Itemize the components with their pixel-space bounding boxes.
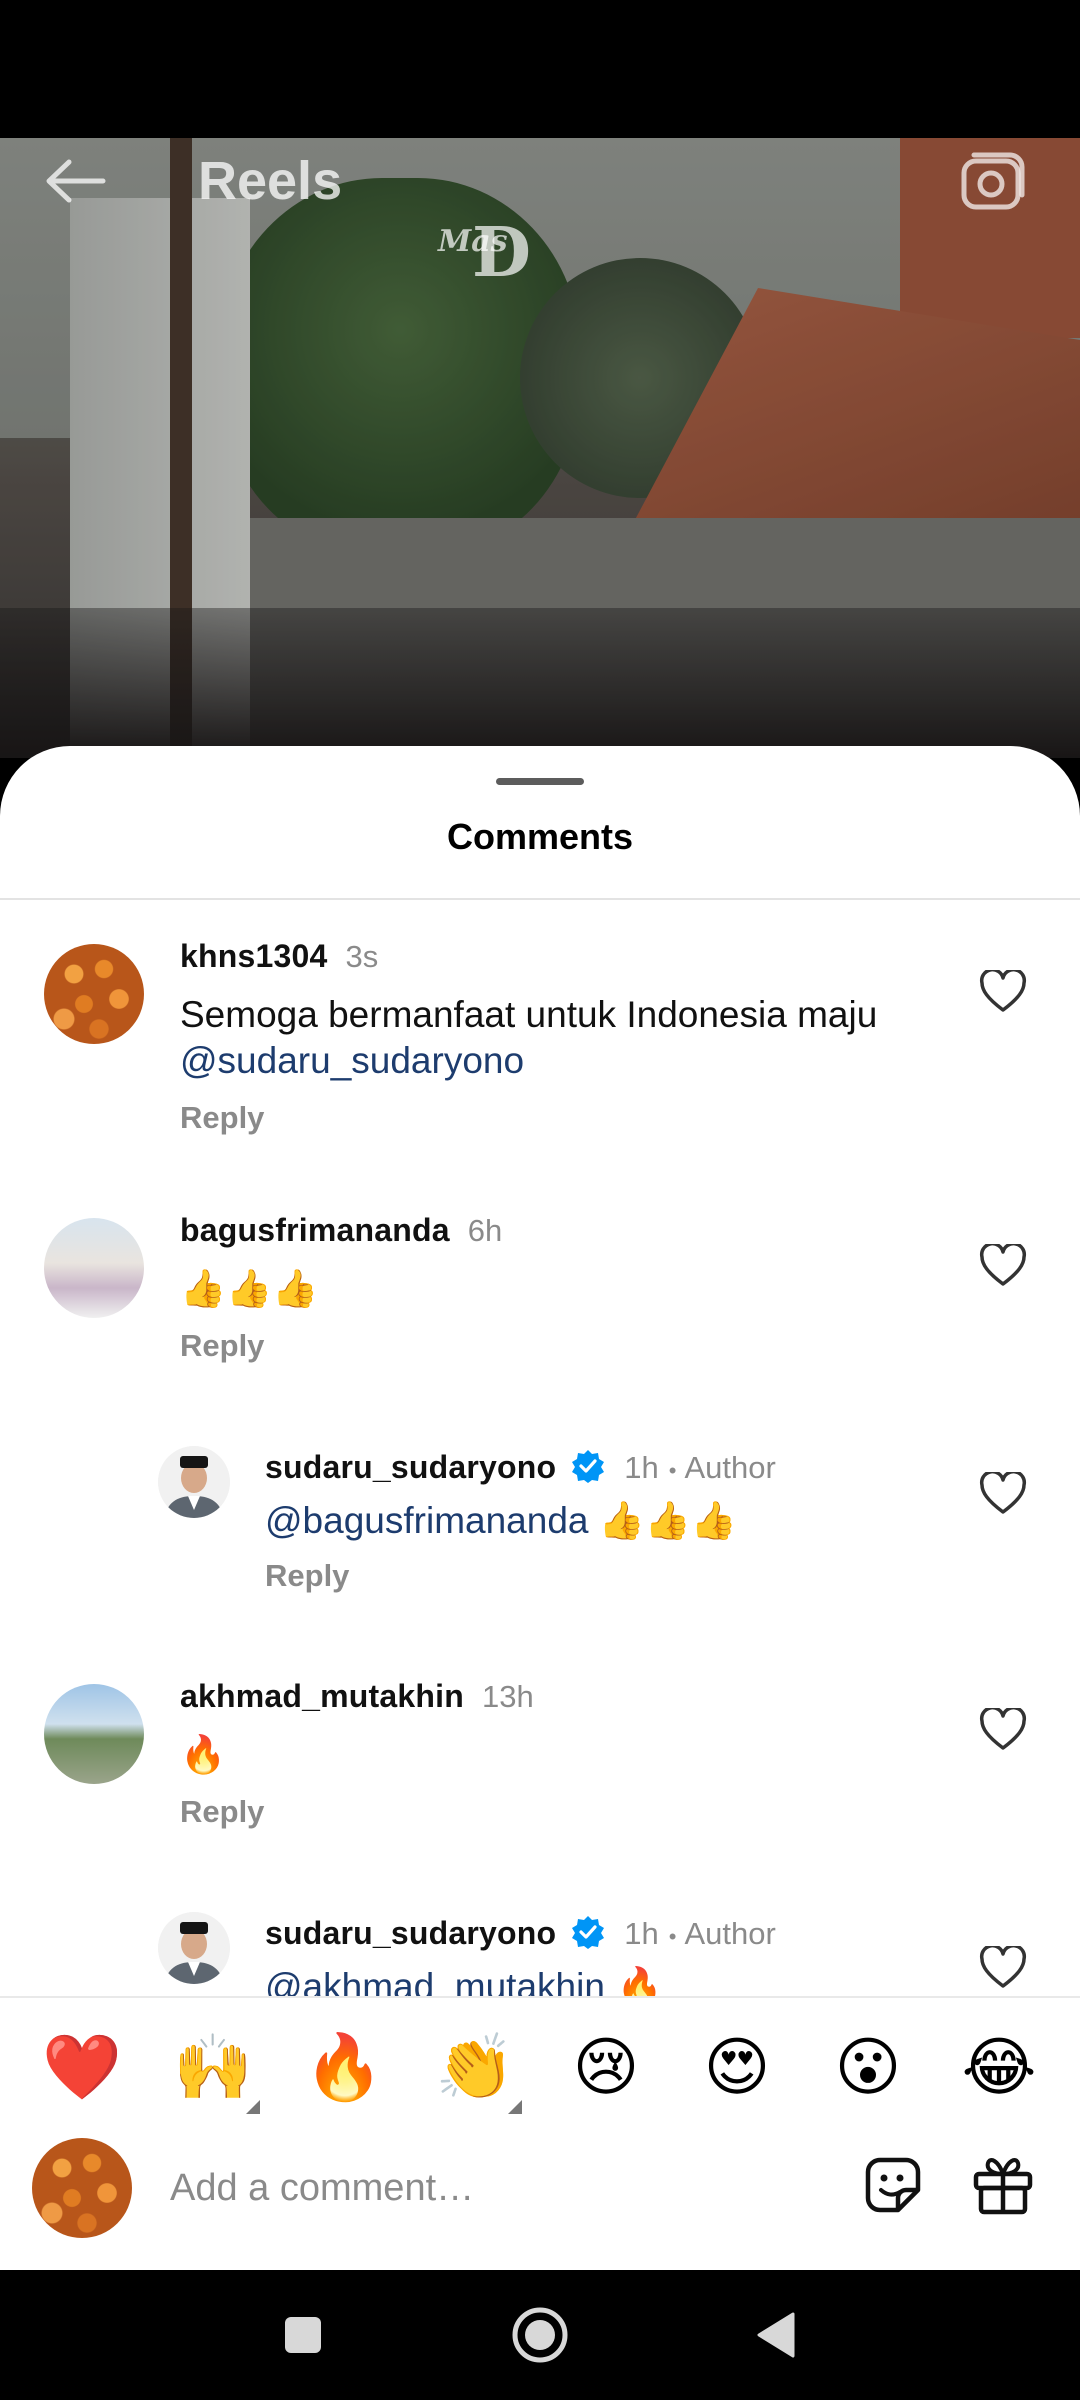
comment-text: 👍👍👍 [180,1267,319,1310]
heart-icon[interactable] [979,1244,1027,1288]
circle-icon [512,2307,568,2363]
watermark-big-text: D [472,213,531,293]
comment-item: akhmad_mutakhin 13h 🔥 Reply [0,1642,1080,1862]
emoji-laughing-button[interactable]: 😂 [959,2028,1039,2108]
comment-mention[interactable]: @bagusfrimananda [265,1500,588,1541]
emoji-fire-button[interactable]: 🔥 [304,2028,384,2108]
comment-input[interactable] [170,2160,790,2216]
back-button[interactable] [40,146,110,216]
reply-button[interactable]: Reply [180,1328,264,1364]
comment-time: 1h [624,1450,659,1485]
camera-icon [961,152,1025,210]
comment-header: sudaru_sudaryono 1h • Author [265,1908,776,1952]
camera-button[interactable] [955,142,1031,218]
heart-icon[interactable] [979,1946,1027,1990]
comment-username[interactable]: khns1304 [180,938,327,975]
comment-time: 3s [345,939,379,974]
quick-emoji-bar: ❤️ 🙌 🔥 👏 😢 😍 😮 😂 [0,2028,1080,2114]
recents-button[interactable] [268,2300,338,2370]
emoji-variant-indicator [246,2100,260,2114]
emoji-surprised-button[interactable]: 😮 [828,2028,908,2108]
comment-header: bagusfrimananda 6h [180,1212,502,1249]
landscape-avatar[interactable] [44,1684,144,1784]
family-avatar[interactable] [44,1218,144,1318]
comment-username[interactable]: sudaru_sudaryono [265,1915,556,1952]
comment-item: bagusfrimananda 6h 👍👍👍 Reply [0,1176,1080,1396]
emoji-crying-button[interactable]: 😢 [566,2028,646,2108]
author-label: Author [684,1450,776,1485]
drag-handle[interactable] [496,778,584,785]
comment-username[interactable]: bagusfrimananda [180,1212,450,1249]
comment-text: @akhmad_mutakhin 🔥 [265,1964,663,2000]
comment-composer: ❤️ 🙌 🔥 👏 😢 😍 😮 😂 [0,1996,1080,2270]
triangle-back-icon [757,2312,795,2358]
reels-title: Reels [198,151,343,211]
comment-mention[interactable]: @akhmad_mutakhin [265,1966,605,2000]
comment-header: akhmad_mutakhin 13h [180,1678,534,1715]
video-watermark: Mas D [438,218,548,288]
reply-item: sudaru_sudaryono 1h • Author @akhmad_mut… [0,1872,1080,2000]
separator-dot: • [668,1458,677,1483]
comment-time: 13h [481,1679,534,1714]
oranges-avatar[interactable] [44,944,144,1044]
sticker-icon[interactable] [860,2152,926,2218]
system-navigation-bar [0,2270,1080,2400]
reply-button[interactable]: Reply [180,1794,264,1830]
reply-button[interactable]: Reply [180,1100,264,1136]
home-button[interactable] [505,2300,575,2370]
reply-button[interactable]: Reply [265,1558,349,1594]
current-user-avatar [32,2138,132,2238]
comment-body: Semoga bermanfaat untuk Indonesia maju [180,994,878,1035]
reply-item: sudaru_sudaryono 1h • Author @bagusfrima… [0,1406,1080,1626]
author-label: Author [684,1916,776,1951]
heart-icon[interactable] [979,970,1027,1014]
status-bar [0,0,1080,138]
comment-text: @bagusfrimananda 👍👍👍 [265,1498,737,1544]
emoji-heart-button[interactable]: ❤️ [42,2028,122,2108]
verified-badge-icon [572,1450,605,1483]
comment-time: 6h [467,1213,503,1248]
comment-time: 1h [624,1916,659,1951]
gift-icon[interactable] [970,2152,1036,2218]
verified-badge-icon [572,1916,605,1949]
comment-item: khns1304 3s Semoga bermanfaat untuk Indo… [0,900,1080,1160]
heart-icon[interactable] [979,1472,1027,1516]
heart-icon[interactable] [979,1708,1027,1752]
comment-username[interactable]: sudaru_sudaryono [265,1449,556,1486]
sheet-title: Comments [446,816,634,857]
man-peci-avatar[interactable] [158,1446,230,1518]
comment-mention[interactable]: @sudaru_sudaryono [180,1038,940,1084]
back-nav-button[interactable] [740,2300,810,2370]
emoji-raising-hands-button[interactable]: 🙌 [173,2028,253,2108]
reels-header: Reels Mas D [0,138,1080,288]
emoji-heart-eyes-button[interactable]: 😍 [697,2028,777,2108]
comment-input-row [0,2138,1080,2248]
comments-list[interactable]: khns1304 3s Semoga bermanfaat untuk Indo… [0,900,1080,2000]
comment-body: 🔥 [604,1965,663,2000]
emoji-variant-indicator [508,2100,522,2114]
comment-text: 🔥 [180,1733,227,1776]
emoji-clapping-button[interactable]: 👏 [435,2028,515,2108]
arrow-left-icon [46,159,106,203]
comment-text: Semoga bermanfaat untuk Indonesia maju @… [180,992,940,1084]
comment-header: sudaru_sudaryono 1h • Author [265,1442,776,1486]
comment-header: khns1304 3s [180,938,378,975]
square-icon [285,2317,321,2353]
man-peci-avatar[interactable] [158,1912,230,1984]
comment-body: 👍👍👍 [588,1500,737,1541]
comment-username[interactable]: akhmad_mutakhin [180,1678,464,1715]
separator-dot: • [668,1924,677,1949]
